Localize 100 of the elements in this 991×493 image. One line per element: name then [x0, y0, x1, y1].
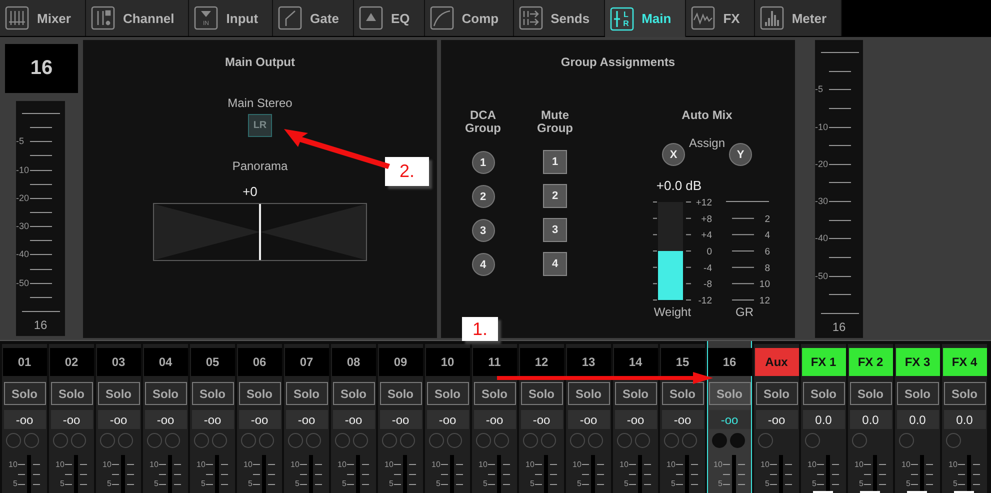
channel-strip[interactable]: 10 Solo -oo 10 5: [425, 344, 470, 493]
level-value-field[interactable]: -oo: [756, 410, 798, 429]
level-value-field[interactable]: -oo: [192, 410, 234, 429]
solo-button[interactable]: Solo: [380, 382, 422, 405]
solo-button[interactable]: Solo: [286, 382, 328, 405]
fader-track[interactable]: [826, 455, 830, 493]
fader-track[interactable]: [920, 455, 924, 493]
solo-button[interactable]: Solo: [662, 382, 704, 405]
tab[interactable]: Mixer: [0, 0, 86, 36]
fader-track[interactable]: [591, 455, 596, 493]
level-value-field[interactable]: -oo: [4, 410, 46, 429]
solo-button[interactable]: Solo: [4, 382, 46, 405]
channel-strip[interactable]: 09 Solo -oo 10 5: [378, 344, 423, 493]
tab[interactable]: L R Main: [604, 0, 686, 37]
fader-track[interactable]: [638, 455, 642, 493]
channel-strip[interactable]: 16 Solo -oo 10 5: [707, 341, 752, 493]
solo-button[interactable]: Solo: [614, 382, 656, 405]
level-value-field[interactable]: -oo: [332, 410, 374, 429]
channel-strip[interactable]: FX 4 Solo 0.0 10 5: [942, 344, 987, 493]
channel-strip[interactable]: 01 Solo -oo 10 5: [2, 344, 47, 493]
dca-group-button[interactable]: 4: [472, 253, 494, 276]
tab[interactable]: EQ: [354, 0, 425, 36]
channel-strip[interactable]: 03 Solo -oo 10 5: [96, 344, 141, 493]
channel-strip[interactable]: 15 Solo -oo 10 5: [660, 344, 705, 493]
fader-track[interactable]: [403, 455, 408, 493]
channel-strip[interactable]: 06 Solo -oo 10 5: [237, 344, 282, 493]
channel-strip[interactable]: 08 Solo -oo 10 5: [331, 344, 376, 493]
channel-strip[interactable]: 02 Solo -oo 10 5: [49, 344, 94, 493]
fader-track[interactable]: [121, 455, 126, 493]
channel-strip[interactable]: 12 Solo -oo 10 5: [519, 344, 564, 493]
fader-track[interactable]: [309, 455, 314, 493]
auto-mix-assign-button[interactable]: Y: [729, 143, 752, 166]
solo-button[interactable]: Solo: [802, 382, 844, 405]
mute-group-button[interactable]: 3: [543, 218, 567, 242]
level-value-field[interactable]: -oo: [568, 410, 610, 429]
level-value-field[interactable]: -oo: [474, 410, 516, 429]
level-value-field[interactable]: -oo: [98, 410, 140, 429]
tab[interactable]: FX: [686, 0, 755, 36]
solo-button[interactable]: Solo: [568, 382, 610, 405]
panorama-control[interactable]: [153, 203, 367, 261]
solo-button[interactable]: Solo: [708, 382, 750, 405]
fader-track[interactable]: [544, 455, 548, 493]
channel-strip[interactable]: FX 2 Solo 0.0 10 5: [848, 344, 893, 493]
fader-track[interactable]: [215, 455, 220, 493]
channel-strip[interactable]: FX 3 Solo 0.0 10 5: [895, 344, 940, 493]
fader-track[interactable]: [732, 455, 736, 493]
channel-strip[interactable]: FX 1 Solo 0.0 10 5: [801, 344, 846, 493]
fader-track[interactable]: [497, 455, 502, 493]
level-value-field[interactable]: 0.0: [896, 410, 938, 429]
fader-track[interactable]: [27, 455, 32, 493]
level-value-field[interactable]: 0.0: [944, 410, 986, 429]
mute-group-button[interactable]: 2: [543, 184, 567, 208]
solo-button[interactable]: Solo: [192, 382, 234, 405]
solo-button[interactable]: Solo: [896, 382, 938, 405]
tab[interactable]: Gate: [273, 0, 354, 36]
tab[interactable]: Sends: [514, 0, 605, 36]
channel-strip[interactable]: 05 Solo -oo 10 5: [190, 344, 235, 493]
solo-button[interactable]: Solo: [332, 382, 374, 405]
level-value-field[interactable]: -oo: [426, 410, 468, 429]
fader-track[interactable]: [168, 455, 172, 493]
fader-track[interactable]: [873, 455, 878, 493]
solo-button[interactable]: Solo: [520, 382, 562, 405]
channel-strip[interactable]: 14 Solo -oo 10 5: [613, 344, 658, 493]
channel-strip[interactable]: 11 Solo -oo 10 5: [472, 344, 517, 493]
fader-track[interactable]: [262, 455, 266, 493]
fader-track[interactable]: [685, 455, 690, 493]
level-value-field[interactable]: -oo: [286, 410, 328, 429]
mute-group-button[interactable]: 4: [543, 252, 567, 276]
level-value-field[interactable]: -oo: [144, 410, 186, 429]
level-value-field[interactable]: -oo: [614, 410, 656, 429]
solo-button[interactable]: Solo: [474, 382, 516, 405]
fader-track[interactable]: [74, 455, 78, 493]
fader-track[interactable]: [356, 455, 360, 493]
level-value-field[interactable]: -oo: [238, 410, 280, 429]
tab[interactable]: Comp: [424, 0, 514, 36]
auto-mix-assign-button[interactable]: X: [662, 143, 685, 166]
tab[interactable]: Meter: [754, 0, 842, 36]
level-value-field[interactable]: 0.0: [802, 410, 844, 429]
solo-button[interactable]: Solo: [426, 382, 468, 405]
level-value-field[interactable]: -oo: [520, 410, 562, 429]
dca-group-button[interactable]: 3: [472, 219, 494, 242]
level-value-field[interactable]: 0.0: [850, 410, 892, 429]
solo-button[interactable]: Solo: [756, 382, 798, 405]
tab[interactable]: Channel: [86, 0, 190, 36]
solo-button[interactable]: Solo: [144, 382, 186, 405]
level-value-field[interactable]: -oo: [662, 410, 704, 429]
fader-track[interactable]: [450, 455, 454, 493]
channel-strip[interactable]: 07 Solo -oo 10 5: [284, 344, 329, 493]
solo-button[interactable]: Solo: [238, 382, 280, 405]
mute-group-button[interactable]: 1: [543, 150, 567, 174]
dca-group-button[interactable]: 2: [472, 185, 494, 208]
channel-strip[interactable]: 13 Solo -oo 10 5: [566, 344, 611, 493]
solo-button[interactable]: Solo: [50, 382, 92, 405]
level-value-field[interactable]: -oo: [50, 410, 92, 429]
channel-strip[interactable]: Aux Solo -oo 10 5: [754, 344, 799, 493]
dca-group-button[interactable]: 1: [472, 151, 494, 174]
fader-track[interactable]: [967, 455, 972, 493]
solo-button[interactable]: Solo: [850, 382, 892, 405]
level-value-field[interactable]: -oo: [380, 410, 422, 429]
solo-button[interactable]: Solo: [944, 382, 986, 405]
